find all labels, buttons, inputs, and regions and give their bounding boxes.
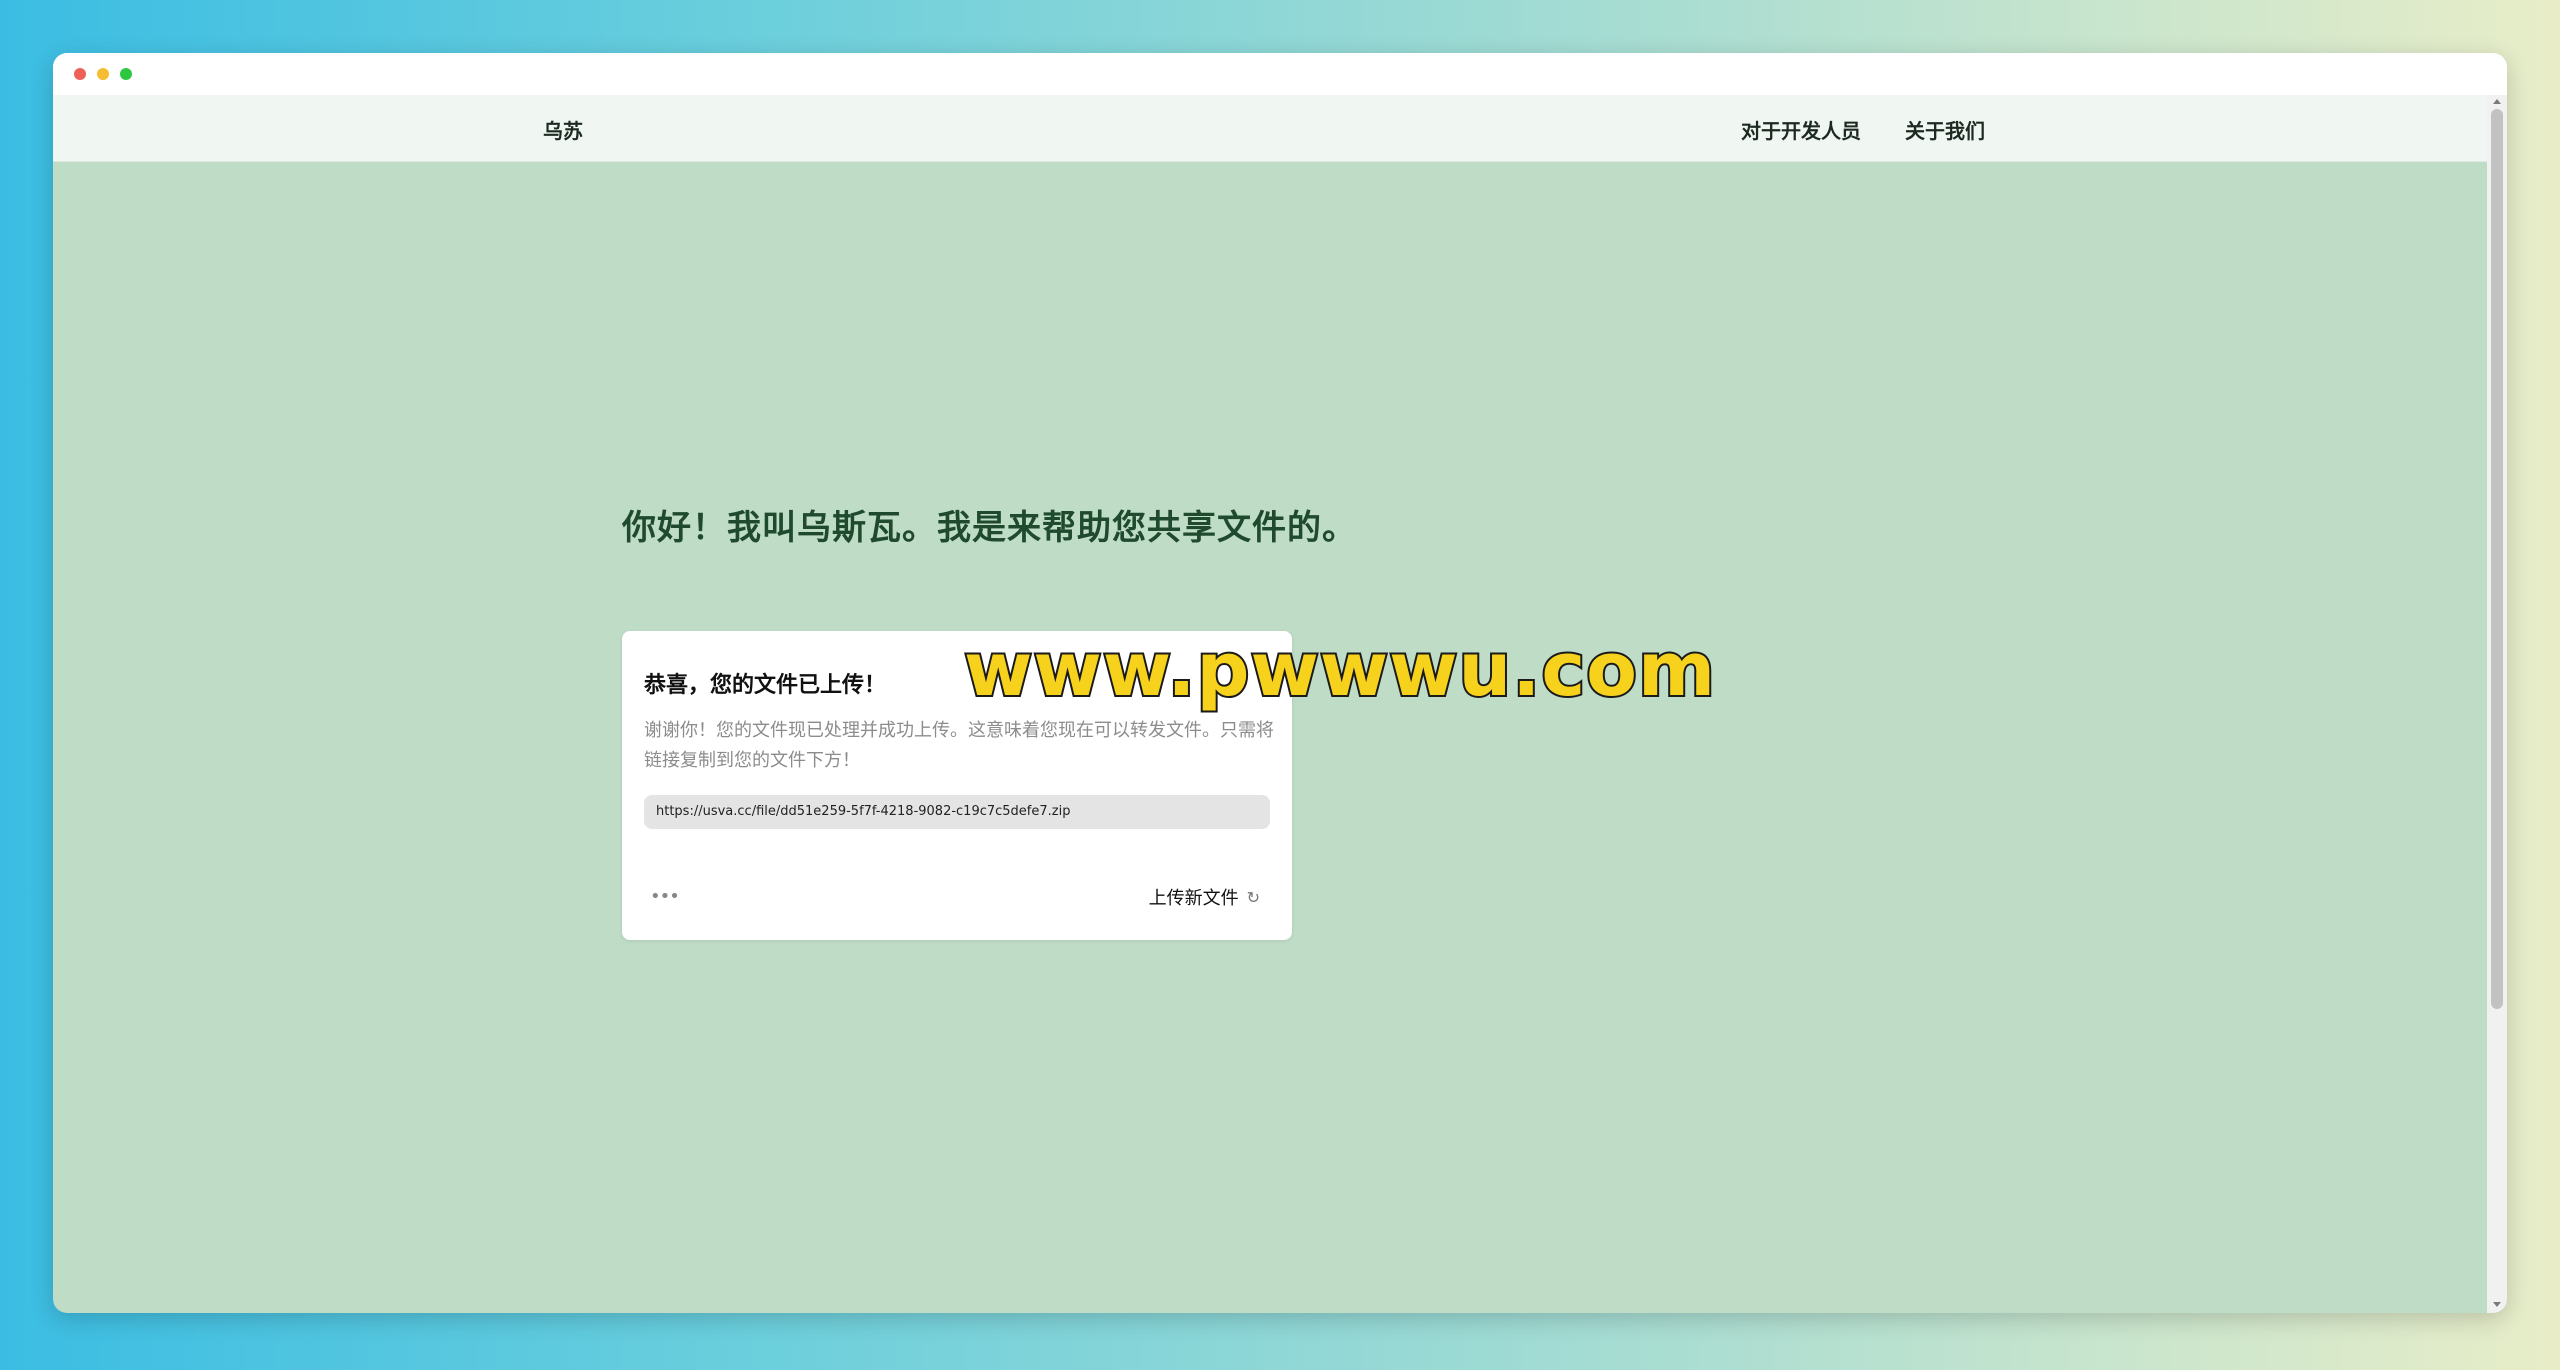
upload-new-file-label: 上传新文件 bbox=[1148, 888, 1239, 909]
hero-heading: 你好！我叫乌斯瓦。我是来帮助您共享文件的。 bbox=[622, 508, 1357, 548]
scrollbar-thumb[interactable] bbox=[2491, 109, 2503, 1009]
vertical-scrollbar[interactable] bbox=[2487, 95, 2507, 1313]
brand-logo-link[interactable]: 乌苏 bbox=[543, 115, 583, 144]
minimize-window-icon[interactable] bbox=[97, 68, 109, 80]
file-link-input[interactable] bbox=[644, 795, 1270, 829]
watermark-overlay: www.pwwwu.com bbox=[962, 625, 1717, 715]
upload-new-file-button[interactable]: 上传新文件 ↻ bbox=[1149, 884, 1260, 910]
close-window-icon[interactable] bbox=[74, 68, 86, 80]
nav-link-about[interactable]: 关于我们 bbox=[1905, 115, 1985, 144]
browser-window: 乌苏 对于开发人员 关于我们 你好！我叫乌斯瓦。我是来帮助您共享文件的。 恭喜，… bbox=[53, 53, 2507, 1313]
maximize-window-icon[interactable] bbox=[120, 68, 132, 80]
nav-link-developers[interactable]: 对于开发人员 bbox=[1741, 115, 1861, 144]
scroll-down-icon[interactable] bbox=[2493, 1302, 2501, 1307]
refresh-icon: ↻ bbox=[1246, 887, 1260, 907]
top-navbar: 乌苏 对于开发人员 关于我们 bbox=[53, 95, 2487, 162]
scroll-up-icon[interactable] bbox=[2493, 99, 2501, 104]
card-title: 恭喜，您的文件已上传！ bbox=[644, 673, 887, 698]
card-description: 谢谢你！您的文件现已处理并成功上传。这意味着您现在可以转发文件。只需将链接复制到… bbox=[644, 720, 1274, 771]
more-options-icon[interactable]: ••• bbox=[650, 886, 680, 907]
window-titlebar bbox=[53, 53, 2507, 95]
